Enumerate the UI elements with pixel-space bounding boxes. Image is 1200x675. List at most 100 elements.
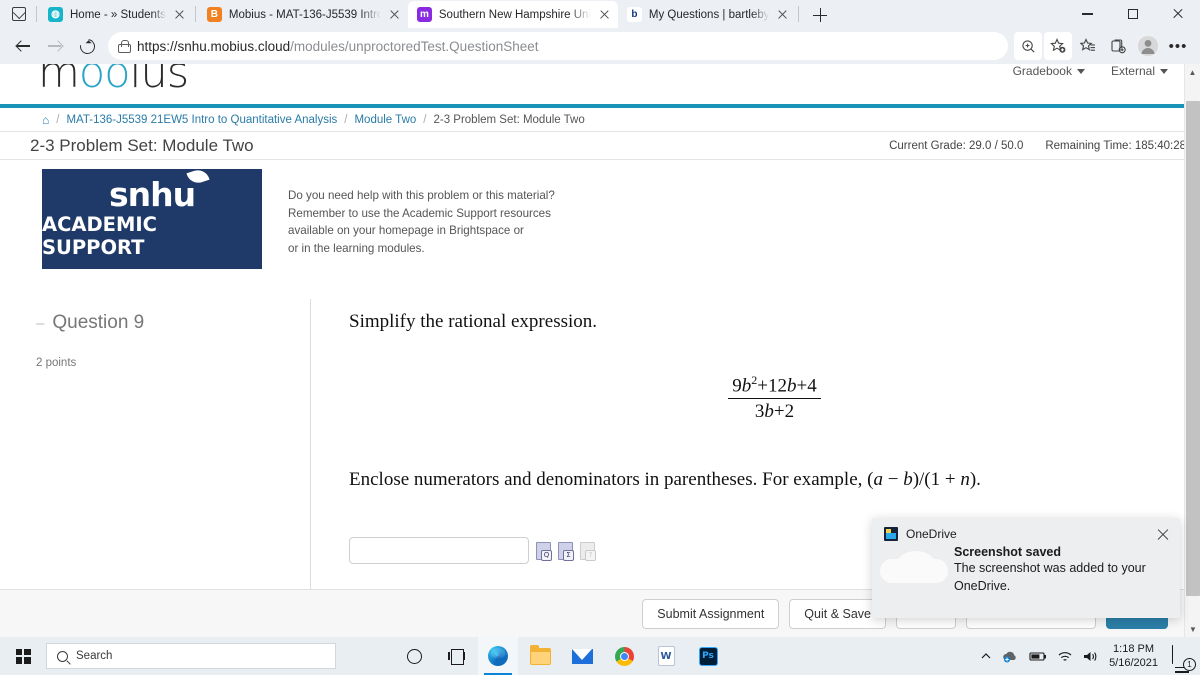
site-top-menu: Gradebook External [1013,64,1168,78]
maximize-button[interactable] [1110,0,1155,28]
onedrive-notification-toast[interactable]: OneDrive Screenshot saved The screenshot… [872,518,1180,618]
back-arrow-icon [16,39,30,53]
hint-prefix: Enclose numerators and denominators in p… [349,469,868,491]
taskbar-item-file-explorer[interactable] [520,637,560,675]
help-line-2: Remember to use the Academic Support res… [288,206,551,220]
battery-icon[interactable] [1029,650,1047,662]
word-icon: W [657,646,675,666]
chevron-down-icon [1076,68,1085,74]
windows-logo-icon [15,648,31,664]
mail-icon [571,648,593,664]
den-constant: +2 [773,401,795,423]
home-icon[interactable]: ⌂ [42,113,49,127]
page-scrollbar[interactable]: ▲ ▼ [1184,64,1200,637]
taskbar-item-mail[interactable] [562,637,602,675]
scroll-up-icon[interactable]: ▲ [1185,64,1200,80]
close-tab-icon[interactable] [598,8,612,22]
breadcrumb-item-course[interactable]: MAT-136-J5539 21EW5 Intro to Quantitativ… [66,114,337,126]
screen: ◍ Home - » Students B Mobius - MAT-136-J… [0,0,1200,675]
students-favicon: ◍ [48,7,63,22]
wifi-icon[interactable] [1057,650,1073,663]
chevron-down-icon [1160,68,1168,74]
close-tab-icon[interactable] [173,8,187,22]
question-header[interactable]: – Question 9 [36,312,310,334]
scroll-down-icon[interactable]: ▼ [1185,621,1200,637]
toast-title: Screenshot saved [954,545,1061,559]
volume-icon[interactable] [1083,650,1099,663]
assignment-title-row: 2-3 Problem Set: Module Two Current Grad… [0,132,1200,160]
wifi-glyph [1058,651,1072,661]
math-expression-wrap: 9b2+12b+4 3b+2 [349,373,1200,423]
scrollbar-thumb[interactable] [1186,101,1200,596]
collapse-icon[interactable]: – [36,315,44,332]
profile-icon[interactable] [1134,32,1162,60]
num-second-term: +12 [757,375,787,397]
close-tab-icon[interactable] [776,8,790,22]
collections-icon[interactable] [1104,32,1132,60]
start-button[interactable] [0,637,46,675]
settings-more-icon[interactable]: ••• [1164,32,1192,60]
menu-item-external[interactable]: External [1111,64,1168,78]
browser-tab-1[interactable]: ◍ Home - » Students [39,1,193,28]
den-variable: b [764,401,774,423]
browser-tab-2[interactable]: B Mobius - MAT-136-J5539 Intro t [198,1,408,28]
taskbar-search[interactable]: Search [46,643,336,669]
submit-assignment-button[interactable]: Submit Assignment [642,598,780,629]
taskbar-item-word[interactable]: W [646,637,686,675]
url-text: https://snhu.mobius.cloud/modules/unproc… [137,39,539,54]
close-icon[interactable] [1156,527,1170,541]
menu-label: External [1110,64,1155,78]
taskbar-item-cortana[interactable] [394,637,434,675]
menu-item-gradebook[interactable]: Gradebook [1013,64,1085,78]
browser-tab-4[interactable]: b My Questions | bartleby [618,1,797,28]
mobius-logo[interactable]: mooius [38,64,189,98]
answer-input[interactable] [349,537,529,565]
tab-actions-menu[interactable] [4,0,34,28]
battery-glyph [1029,652,1047,661]
add-favorite-icon[interactable] [1044,32,1072,60]
back-button[interactable] [8,31,38,61]
tab-divider [798,6,800,22]
formula-editor-icon[interactable]: Σ [558,541,574,561]
breadcrumb-item-module[interactable]: Module Two [354,114,416,126]
minimize-button[interactable] [1065,0,1110,28]
preview-answer-icon[interactable]: Q [536,541,552,561]
address-bar[interactable]: https://snhu.mobius.cloud/modules/unproc… [108,32,1008,60]
hint-middle: )/(1 + [912,469,961,491]
search-placeholder: Search [76,650,113,662]
browser-window: ◍ Home - » Students B Mobius - MAT-136-J… [0,0,1200,637]
help-text: Do you need help with this problem or th… [288,169,555,269]
taskbar-apps: W Ps [394,637,728,675]
browser-tab-3-active[interactable]: m Southern New Hampshire Univer [407,1,618,28]
tray-expand-icon[interactable] [980,650,992,662]
reload-icon [76,35,98,57]
volume-glyph [1084,651,1097,661]
tab-divider [194,6,196,22]
favorites-icon[interactable] [1074,32,1102,60]
snhu-wordmark: snhu [109,167,210,211]
taskbar-item-chrome[interactable] [604,637,644,675]
onedrive-tray-icon[interactable] [1002,649,1019,663]
close-tab-icon[interactable] [388,8,402,22]
breadcrumb-item-current: 2-3 Problem Set: Module Two [433,113,585,126]
toast-text-wrap: Screenshot saved The screenshot was adde… [954,545,1146,595]
tab-divider [36,6,37,22]
remaining-time: Remaining Time: 185:40:28 [1045,139,1186,152]
new-tab-button[interactable] [807,2,833,28]
zoom-icon[interactable] [1014,32,1042,60]
question-number-label: Question 9 [52,312,145,333]
logo-infinity: oo [78,64,131,98]
breadcrumb-separator: / [56,113,60,126]
breadcrumb-separator: / [423,113,427,126]
taskbar-item-edge[interactable] [478,637,518,675]
taskbar-item-photoshop[interactable]: Ps [688,637,728,675]
reload-button[interactable] [72,31,102,61]
taskbar-clock[interactable]: 1:18 PM 5/16/2021 [1109,642,1158,670]
edge-icon [488,646,508,666]
notification-center-icon[interactable]: 1 [1172,645,1196,675]
lock-icon [118,39,131,53]
forward-button[interactable] [40,31,70,61]
taskbar-item-task-view[interactable] [436,637,476,675]
snhu-academic-support-banner: snhu ACADEMIC SUPPORT [42,167,262,269]
close-window-button[interactable] [1155,0,1200,28]
